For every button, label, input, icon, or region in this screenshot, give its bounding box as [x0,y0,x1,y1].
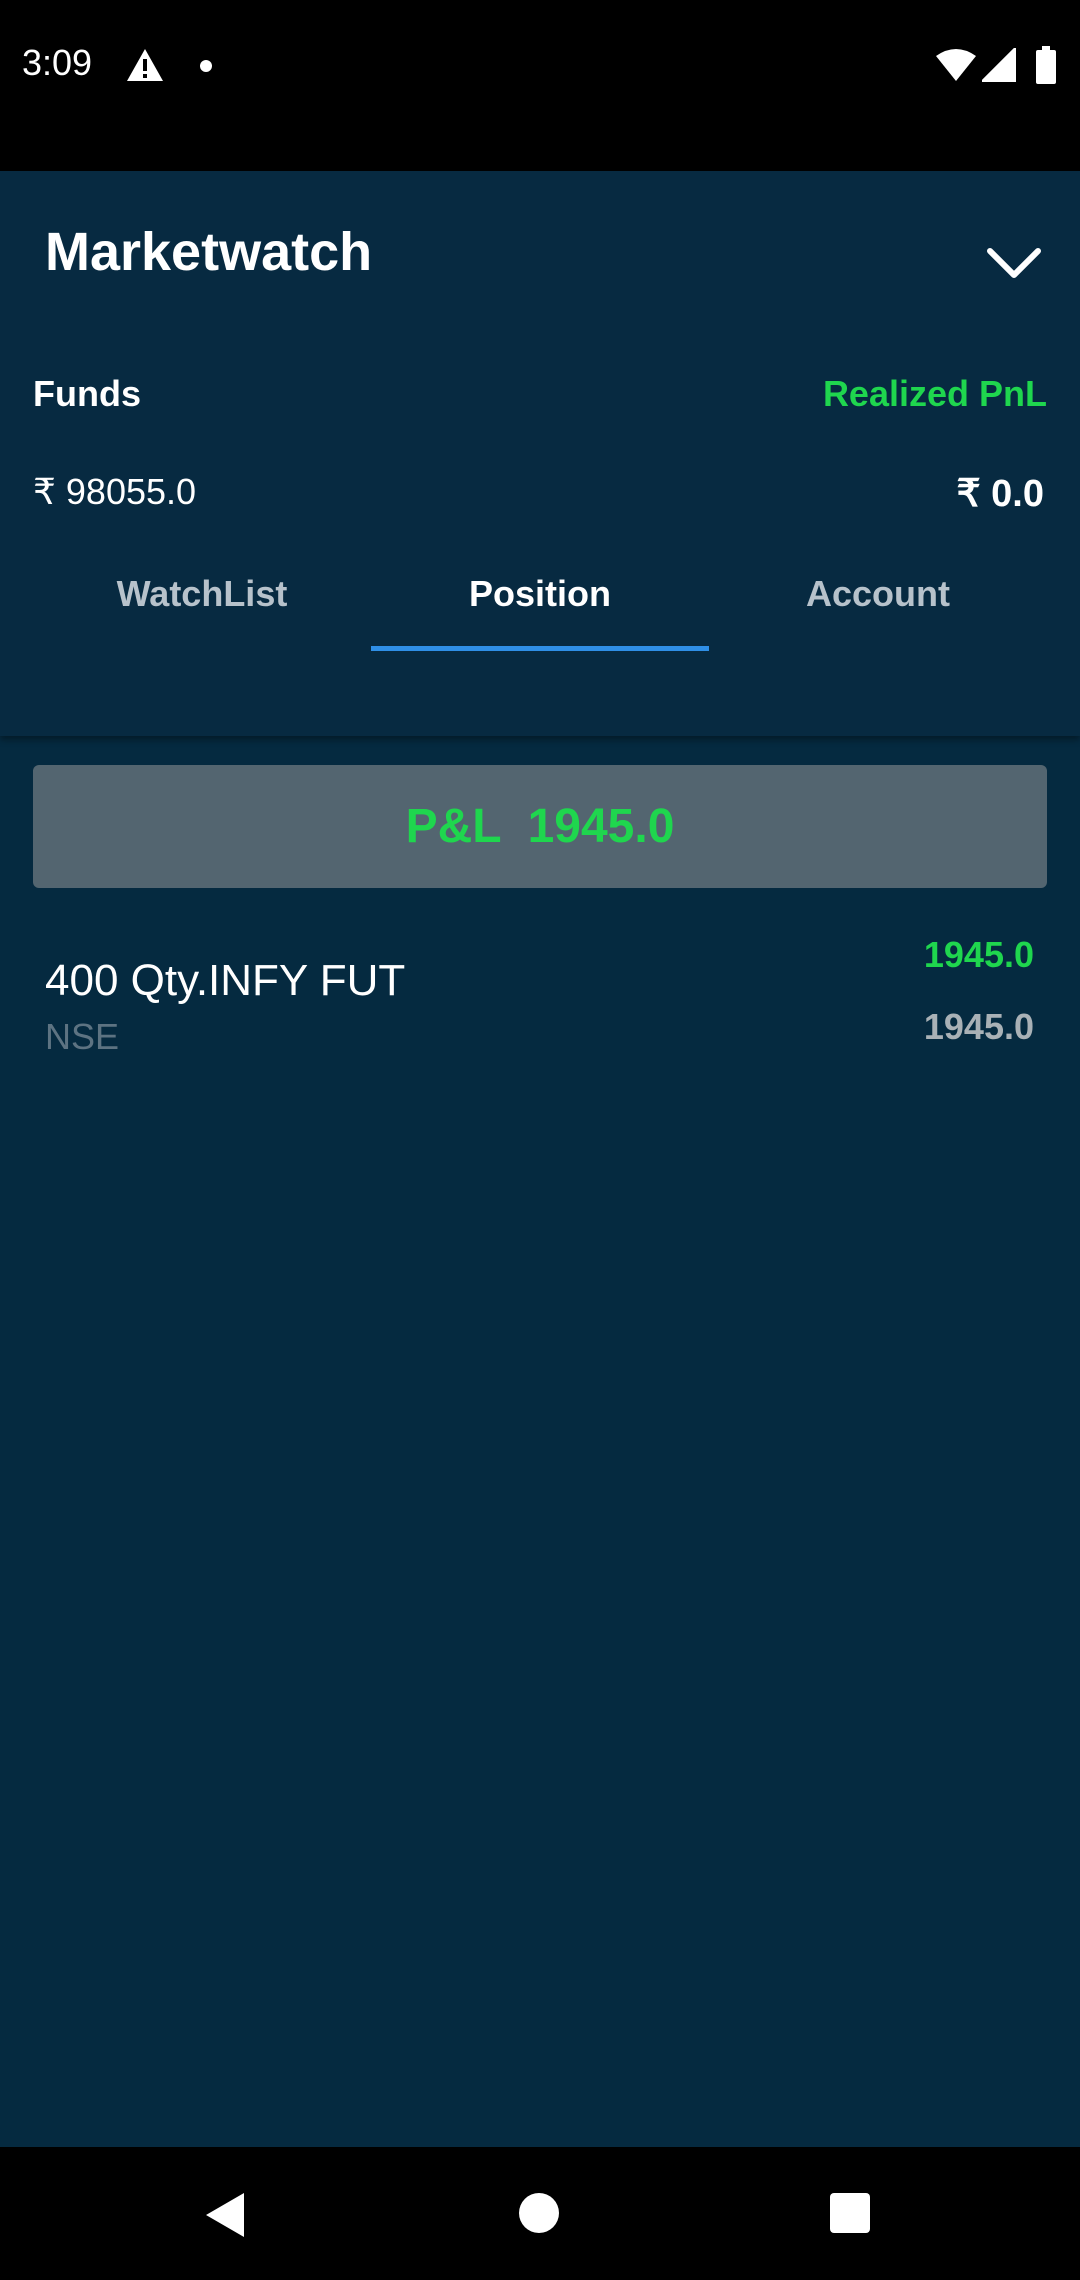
app-screen: 3:09 Marketwatch Funds Realized PnL ₹ 98… [0,0,1080,2280]
recent-apps-icon[interactable] [830,2193,870,2233]
status-bar: 3:09 [0,0,1080,171]
chevron-down-icon[interactable] [986,243,1042,283]
position-row[interactable]: 400 Qty.INFY FUT NSE 1945.0 1945.0 [0,920,1080,1070]
position-exchange: NSE [45,1016,120,1057]
notification-dot-icon [200,60,212,72]
position-pnl: 1945.0 [923,934,1034,975]
tab-bar: WatchList Position Account [33,551,1047,651]
warning-icon [127,49,163,81]
position-name: 400 Qty.INFY FUT [45,956,406,1005]
funds-label: Funds [33,373,141,414]
battery-icon [1036,46,1056,84]
status-time: 3:09 [22,42,93,83]
pnl-summary-value: 1945.0 [527,800,675,853]
position-value: 1945.0 [923,1006,1034,1047]
funds-value: ₹ 98055.0 [33,471,197,512]
pnl-summary: P&L 1945.0 [33,765,1047,888]
page-title: Marketwatch [45,222,373,282]
realized-pnl-label: Realized PnL [822,373,1047,414]
navigation-bar [0,2147,1080,2280]
home-icon[interactable] [519,2193,559,2233]
signal-icon [982,48,1016,82]
header: Marketwatch Funds Realized PnL ₹ 98055.0… [0,171,1080,736]
tab-account[interactable]: Account [709,551,1047,651]
tab-watchlist[interactable]: WatchList [33,551,371,651]
realized-pnl-value: ₹ 0.0 [956,473,1044,515]
tab-position[interactable]: Position [371,551,709,651]
wifi-icon [936,49,976,81]
back-icon[interactable] [204,2191,246,2239]
pnl-summary-label: P&L [405,800,502,853]
